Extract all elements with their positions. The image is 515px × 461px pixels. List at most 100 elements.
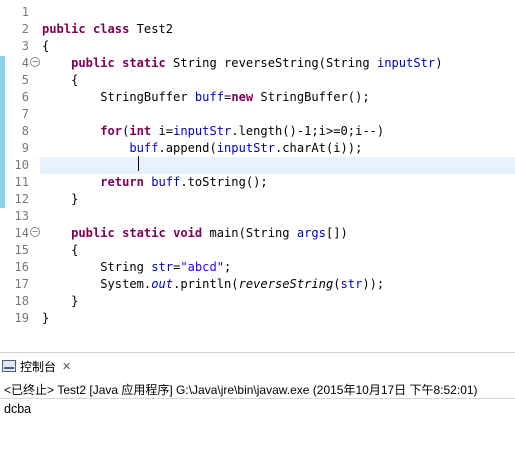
string-literal: "abcd" <box>180 260 225 274</box>
code-token: .length()-1;i>=0;i--) <box>231 124 385 138</box>
code-token: .append( <box>158 141 217 155</box>
keyword: int <box>129 124 152 138</box>
code-line-6: 6 StringBuffer buff=new StringBuffer(); <box>0 89 515 106</box>
keyword: void <box>173 226 203 240</box>
code-editor[interactable]: 1 2 public class Test2 3 { 4 − public st… <box>0 0 515 340</box>
parameter: inputStr <box>216 141 275 155</box>
code-line-15: 15 { <box>0 242 515 259</box>
line-number: 13 <box>14 209 29 223</box>
code-line-16: 16 String str="abcd"; <box>0 259 515 276</box>
tab-console[interactable]: 控制台 ✕ <box>2 356 71 376</box>
variable: buff <box>129 141 159 155</box>
code-line-8: 8 for(int i=inputStr.length()-1;i>=0;i--… <box>0 123 515 140</box>
code-token: String reverseString(String <box>165 56 377 70</box>
fold-toggle-icon[interactable]: − <box>30 227 40 237</box>
code-text: StringBuffer buff=new StringBuffer(); <box>42 89 370 106</box>
line-number: 5 <box>21 73 29 87</box>
code-token: i= <box>151 124 174 138</box>
code-text: System.out.println(reverseString(str)); <box>42 276 384 293</box>
fold-toggle-icon[interactable]: − <box>30 57 40 67</box>
code-text: { <box>42 39 50 53</box>
code-token: { <box>71 73 79 87</box>
console-tab-bar: 控制台 ✕ <box>0 352 515 378</box>
line-number: 12 <box>14 192 29 206</box>
code-line-2: 2 public class Test2 <box>0 21 515 38</box>
code-line-9: 9 buff.append(inputStr.charAt(i)); <box>0 140 515 157</box>
tab-console-label: 控制台 <box>20 359 57 374</box>
code-token: )); <box>362 277 385 291</box>
line-number: 1 <box>21 5 29 19</box>
code-text: public static void main(String args[]) <box>42 225 348 242</box>
line-number: 10 <box>14 158 29 172</box>
close-icon[interactable]: ✕ <box>62 360 71 373</box>
keyword: public <box>71 56 115 70</box>
code-text: } <box>42 293 78 310</box>
code-token: String <box>100 260 152 274</box>
line-number: 8 <box>21 124 29 138</box>
code-line-12: 12 } <box>0 191 515 208</box>
line-number: 19 <box>14 311 29 325</box>
code-line-5: 5 { <box>0 72 515 89</box>
code-token: .toString(); <box>180 175 268 189</box>
code-line-11: 11 return buff.toString(); <box>0 174 515 191</box>
code-token: ; <box>224 260 232 274</box>
keyword: public <box>71 226 115 240</box>
code-token: } <box>71 192 79 206</box>
code-text: public static String reverseString(Strin… <box>42 55 442 72</box>
divider <box>0 398 515 399</box>
static-method: reverseString <box>238 277 334 291</box>
code-line-10-current[interactable] <box>40 157 515 174</box>
code-line-4: 4 − public static String reverseString(S… <box>0 55 515 72</box>
code-line-17: 17 System.out.println(reverseString(str)… <box>0 276 515 293</box>
code-token: []) <box>325 226 348 240</box>
static-field: out <box>151 277 174 291</box>
keyword: for <box>100 124 123 138</box>
code-text: { <box>42 72 78 89</box>
line-number: 9 <box>21 141 29 155</box>
code-line-18: 18 } <box>0 293 515 310</box>
parameter: args <box>296 226 326 240</box>
line-number: 14 <box>14 226 29 240</box>
code-token: .println( <box>173 277 239 291</box>
keyword: class <box>92 22 130 36</box>
line-number: 4 <box>21 56 29 70</box>
code-line-1: 1 <box>0 4 515 21</box>
variable: str <box>340 277 363 291</box>
code-token: StringBuffer <box>100 90 195 104</box>
parameter: inputStr <box>173 124 232 138</box>
console-status-text: <已终止> Test2 [Java 应用程序] G:\Java\jre\bin\… <box>4 383 478 397</box>
code-token: } <box>71 294 79 308</box>
code-line-14: 14 − public static void main(String args… <box>0 225 515 242</box>
keyword: new <box>231 90 254 104</box>
code-text: } <box>42 191 78 208</box>
line-number: 18 <box>14 294 29 308</box>
code-token: StringBuffer(); <box>253 90 370 104</box>
code-text: { <box>42 242 78 259</box>
code-line-19: 19 } <box>0 310 515 327</box>
code-token: main(String <box>202 226 297 240</box>
variable: str <box>151 260 174 274</box>
keyword: static <box>122 56 166 70</box>
line-number: 15 <box>14 243 29 257</box>
code-token: ) <box>435 56 443 70</box>
parameter: inputStr <box>376 56 436 70</box>
line-number: 7 <box>21 107 29 121</box>
line-number: 16 <box>14 260 29 274</box>
line-number: 2 <box>21 22 29 36</box>
code-token: { <box>71 243 79 257</box>
code-token: System. <box>100 277 152 291</box>
line-number: 3 <box>21 39 29 53</box>
code-text: buff.append(inputStr.charAt(i)); <box>42 140 362 157</box>
code-text: } <box>42 311 50 325</box>
keyword: public <box>42 22 86 36</box>
code-line-3: 3 { <box>0 38 515 55</box>
console-icon <box>2 360 16 372</box>
code-text: return buff.toString(); <box>42 174 268 191</box>
keyword: static <box>122 226 166 240</box>
code-text: for(int i=inputStr.length()-1;i>=0;i--) <box>42 123 384 140</box>
variable: buff <box>151 175 181 189</box>
code-line-13: 13 <box>0 208 515 225</box>
line-number: 17 <box>14 277 29 291</box>
console-output[interactable]: dcba <box>4 402 31 416</box>
variable: buff <box>194 90 225 104</box>
